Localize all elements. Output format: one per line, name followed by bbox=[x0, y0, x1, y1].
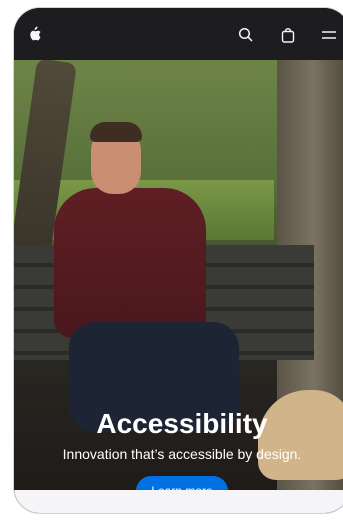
learn-more-button[interactable]: Learn more bbox=[136, 476, 228, 490]
menu-icon[interactable] bbox=[320, 26, 338, 44]
apple-logo-icon[interactable] bbox=[25, 25, 43, 43]
device-frame: Accessibility Innovation that’s accessib… bbox=[14, 8, 343, 513]
next-section-strip bbox=[14, 490, 343, 513]
person-hair bbox=[90, 122, 142, 142]
shopping-bag-icon[interactable] bbox=[279, 26, 297, 44]
hero-copy: Accessibility Innovation that’s accessib… bbox=[14, 410, 343, 490]
global-navbar bbox=[14, 8, 343, 60]
hero-banner: Accessibility Innovation that’s accessib… bbox=[14, 60, 343, 490]
search-icon[interactable] bbox=[237, 26, 255, 44]
person-sweater bbox=[54, 188, 206, 338]
hero-title: Accessibility bbox=[96, 408, 268, 439]
hero-subtitle: Innovation that’s accessible by design. bbox=[62, 446, 302, 462]
